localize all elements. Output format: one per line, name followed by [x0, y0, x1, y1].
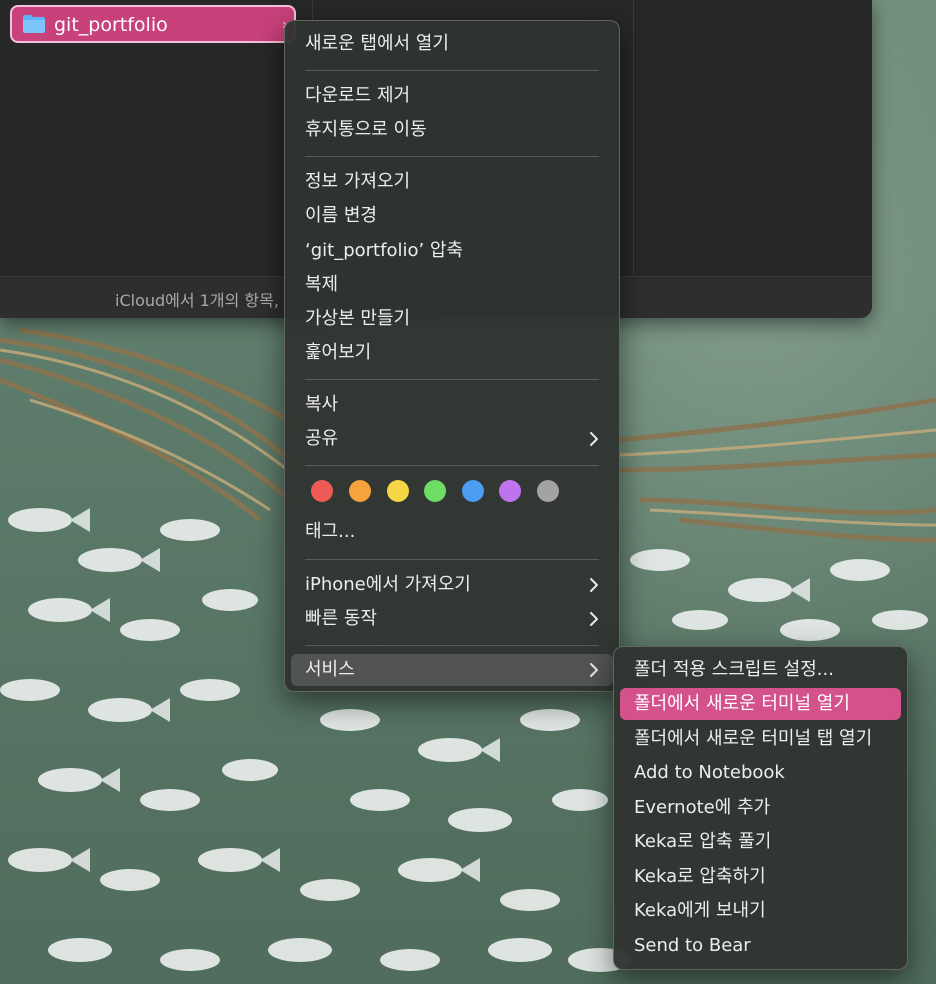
menu-separator — [305, 465, 599, 466]
menu-separator — [305, 559, 599, 560]
menu-item-services[interactable]: 서비스 — [291, 654, 613, 686]
tag-blue-dot[interactable] — [462, 480, 484, 502]
menu-item-open-new-tab[interactable]: 새로운 탭에서 열기 — [291, 28, 613, 60]
menu-item-keka-extract[interactable]: Keka로 압축 풀기 — [620, 826, 901, 858]
menu-item-label: 다운로드 제거 — [305, 85, 411, 106]
menu-item-label: 복사 — [305, 394, 339, 415]
tag-purple-dot[interactable] — [499, 480, 521, 502]
menu-item-label: 폴더 적용 스크립트 설정... — [634, 659, 834, 680]
selected-folder-row[interactable]: git_portfolio › — [10, 5, 296, 43]
menu-item-make-alias[interactable]: 가상본 만들기 — [291, 303, 613, 335]
menu-item-label: Send to Bear — [634, 935, 751, 956]
menu-item-label: 복제 — [305, 274, 339, 295]
menu-item-quick-actions[interactable]: 빠른 동작 — [291, 603, 613, 635]
menu-item-label: 공유 — [305, 428, 339, 449]
tag-yellow-dot[interactable] — [387, 480, 409, 502]
chevron-right-icon — [590, 578, 598, 592]
tag-gray-dot[interactable] — [537, 480, 559, 502]
menu-item-compress[interactable]: ‘git_portfolio’ 압축 — [291, 235, 613, 267]
folder-name: git_portfolio — [54, 14, 168, 36]
chevron-right-icon — [590, 432, 598, 446]
menu-item-label: 훑어보기 — [305, 342, 372, 363]
menu-item-move-to-trash[interactable]: 휴지통으로 이동 — [291, 114, 613, 146]
menu-item-add-to-notebook[interactable]: Add to Notebook — [620, 757, 901, 789]
menu-separator — [305, 645, 599, 646]
menu-item-send-to-keka[interactable]: Keka에게 보내기 — [620, 895, 901, 927]
menu-item-label: 폴더에서 새로운 터미널 탭 열기 — [634, 728, 873, 749]
menu-item-label: 정보 가져오기 — [305, 171, 411, 192]
menu-item-label: Keka로 압축 풀기 — [634, 831, 772, 852]
menu-item-label: 폴더에서 새로운 터미널 열기 — [634, 693, 850, 714]
menu-separator — [305, 156, 599, 157]
menu-item-send-to-bear[interactable]: Send to Bear — [620, 930, 901, 962]
menu-item-label: 새로운 탭에서 열기 — [305, 33, 449, 54]
chevron-right-icon — [590, 612, 598, 626]
tag-orange-dot[interactable] — [349, 480, 371, 502]
menu-separator — [305, 379, 599, 380]
menu-item-new-terminal-tab-at-folder[interactable]: 폴더에서 새로운 터미널 탭 열기 — [620, 723, 901, 755]
menu-item-folder-actions-setup[interactable]: 폴더 적용 스크립트 설정... — [620, 654, 901, 686]
menu-item-import-from-iphone[interactable]: iPhone에서 가져오기 — [291, 569, 613, 601]
menu-item-remove-download[interactable]: 다운로드 제거 — [291, 80, 613, 112]
menu-item-duplicate[interactable]: 복제 — [291, 269, 613, 301]
menu-item-label: Evernote에 추가 — [634, 797, 771, 818]
menu-item-label: 가상본 만들기 — [305, 308, 411, 329]
menu-item-share[interactable]: 공유 — [291, 423, 613, 455]
menu-item-label: 휴지통으로 이동 — [305, 119, 427, 140]
menu-item-tags[interactable]: 태그... — [291, 516, 613, 548]
menu-item-label: ‘git_portfolio’ 압축 — [305, 240, 464, 261]
status-text: iCloud에서 1개의 항목, — [115, 291, 279, 310]
folder-icon — [23, 15, 45, 33]
menu-item-label: Keka로 압축하기 — [634, 866, 766, 887]
menu-item-rename[interactable]: 이름 변경 — [291, 200, 613, 232]
menu-item-label: 빠른 동작 — [305, 608, 377, 629]
menu-item-new-terminal-at-folder[interactable]: 폴더에서 새로운 터미널 열기 — [620, 688, 901, 720]
menu-item-label: iPhone에서 가져오기 — [305, 574, 471, 595]
menu-item-quick-look[interactable]: 훑어보기 — [291, 337, 613, 369]
menu-item-add-to-evernote[interactable]: Evernote에 추가 — [620, 792, 901, 824]
menu-separator — [305, 70, 599, 71]
menu-item-label: Add to Notebook — [634, 762, 785, 783]
menu-item-label: 서비스 — [305, 659, 355, 680]
chevron-right-icon — [590, 663, 598, 677]
menu-item-label: 태그... — [305, 521, 356, 542]
menu-item-get-info[interactable]: 정보 가져오기 — [291, 166, 613, 198]
tag-red-dot[interactable] — [311, 480, 333, 502]
menu-item-keka-compress[interactable]: Keka로 압축하기 — [620, 861, 901, 893]
menu-item-label: Keka에게 보내기 — [634, 900, 766, 921]
tag-green-dot[interactable] — [424, 480, 446, 502]
menu-item-copy[interactable]: 복사 — [291, 389, 613, 421]
column-divider[interactable] — [633, 0, 634, 276]
menu-item-label: 이름 변경 — [305, 205, 377, 226]
context-menu: 새로운 탭에서 열기 다운로드 제거 휴지통으로 이동 정보 가져오기 이름 변… — [284, 20, 620, 692]
services-submenu: 폴더 적용 스크립트 설정... 폴더에서 새로운 터미널 열기 폴더에서 새로… — [613, 646, 908, 970]
